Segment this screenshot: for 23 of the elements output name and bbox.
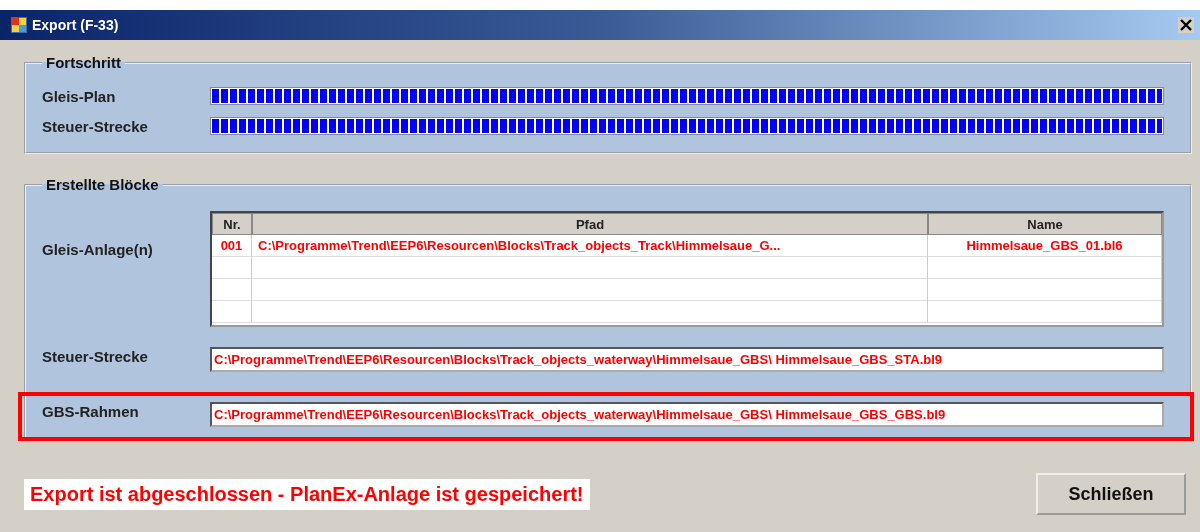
- path-field[interactable]: C:\Programme\Trend\EEP6\Resourcen\Blocks\Track_objects_waterway\Himmelsaue_GBS\ Himmelsaue_GBS_GBS.bl9: [210, 402, 1164, 427]
- column-header[interactable]: Nr.: [212, 213, 252, 235]
- progress-label: Steuer-Strecke: [42, 117, 149, 135]
- close-icon[interactable]: [1178, 17, 1194, 33]
- window-title: Export (F-33): [32, 17, 119, 33]
- group-title: Fortschritt: [45, 54, 122, 71]
- empty-cell: [212, 301, 252, 323]
- status-message: Export ist abgeschlossen - PlanEx-Anlage ist gespeichert!: [24, 478, 590, 510]
- table-cell: Himmelsaue_GBS_01.bl6: [928, 235, 1162, 257]
- table-label: Gleis-Anlage(n): [42, 241, 154, 258]
- column-header[interactable]: Name: [928, 213, 1162, 235]
- table-cell: C:\Programme\Trend\EEP6\Resourcen\Blocks\Track_objects_Track\Himmelsaue_G...: [252, 235, 928, 257]
- path-field[interactable]: C:\Programme\Trend\EEP6\Resourcen\Blocks\Track_objects_waterway\Himmelsaue_GBS\ Himmelsaue_GBS_STA.bl9: [210, 347, 1164, 372]
- close-button[interactable]: Schließen: [1036, 473, 1186, 515]
- progress-label: Gleis-Plan: [42, 87, 117, 105]
- column-header[interactable]: Pfad: [252, 213, 928, 235]
- table-cell: 001: [212, 235, 252, 257]
- empty-cell: [212, 279, 252, 301]
- group-title: Erstellte Blöcke: [45, 176, 160, 193]
- empty-cell: [212, 257, 252, 279]
- app-icon: [10, 16, 28, 34]
- field-label: GBS-Rahmen: [42, 403, 140, 420]
- field-label: Steuer-Strecke: [42, 348, 149, 365]
